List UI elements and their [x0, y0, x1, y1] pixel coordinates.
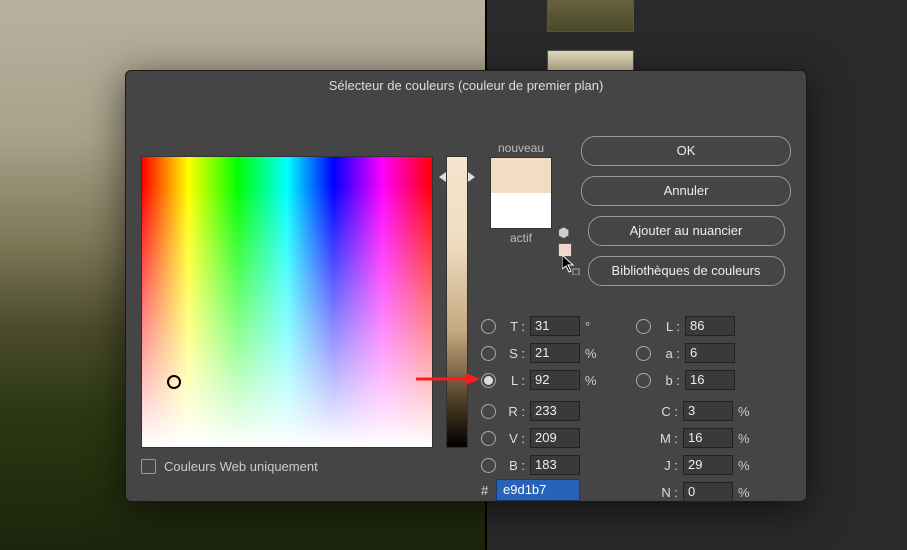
hue-unit: ° [585, 319, 597, 334]
b-label: B : [501, 458, 525, 473]
slider-handle-left-icon[interactable] [439, 172, 446, 182]
j-label: J : [654, 458, 678, 473]
lab-b-radio[interactable] [636, 373, 651, 388]
saturation-label: S : [501, 346, 525, 361]
cancel-button[interactable]: Annuler [581, 176, 791, 206]
saturation-input[interactable]: 21 [530, 343, 580, 363]
hex-input[interactable]: e9d1b7 [496, 479, 580, 501]
m-label: M : [654, 431, 678, 446]
lab-a-label: a : [656, 346, 680, 361]
c-input[interactable]: 3 [683, 401, 733, 421]
hex-prefix: # [481, 483, 488, 498]
lightness-input[interactable]: 92 [530, 370, 580, 390]
gamut-warning-icon[interactable]: ⬢ [558, 225, 569, 241]
v-label: V : [501, 431, 525, 446]
hue-row: T : 31 ° [481, 316, 597, 336]
color-libraries-button[interactable]: Bibliothèques de couleurs [588, 256, 785, 286]
color-field-marker[interactable] [167, 375, 181, 389]
c-row: C : 3 % [654, 401, 750, 421]
j-input[interactable]: 29 [683, 455, 733, 475]
m-unit: % [738, 431, 750, 446]
hue-label: T : [501, 319, 525, 334]
hue-radio[interactable] [481, 319, 496, 334]
m-input[interactable]: 16 [683, 428, 733, 448]
slider-handle-right-icon[interactable] [468, 172, 475, 182]
active-color-label: actif [481, 231, 561, 245]
swatch-box [490, 157, 552, 229]
web-only-label: Couleurs Web uniquement [164, 459, 318, 474]
lab-a-radio[interactable] [636, 346, 651, 361]
c-unit: % [738, 404, 750, 419]
j-unit: % [738, 458, 750, 473]
lab-a-input[interactable]: 6 [685, 343, 735, 363]
b-input[interactable]: 183 [530, 455, 580, 475]
lab-l-input[interactable]: 86 [685, 316, 735, 336]
lab-l-label: L : [656, 319, 680, 334]
web-only-row: Couleurs Web uniquement [141, 459, 318, 474]
j-row: J : 29 % [654, 455, 750, 475]
new-color-label: nouveau [481, 141, 561, 155]
r-label: R : [501, 404, 525, 419]
swatch-group: nouveau actif [481, 141, 561, 245]
lightness-unit: % [585, 373, 597, 388]
lab-b-row: b : 16 [636, 370, 735, 390]
lightness-label: L : [501, 373, 525, 388]
r-radio[interactable] [481, 404, 496, 419]
cursor-icon [562, 255, 580, 275]
saturation-radio[interactable] [481, 346, 496, 361]
v-input[interactable]: 209 [530, 428, 580, 448]
color-field[interactable] [141, 156, 433, 448]
n-unit: % [738, 485, 750, 500]
c-label: C : [654, 404, 678, 419]
n-row: N : 0 % [654, 482, 750, 502]
r-input[interactable]: 233 [530, 401, 580, 421]
new-color-swatch[interactable] [491, 158, 551, 193]
lab-l-row: L : 86 [636, 316, 735, 336]
current-color-swatch[interactable] [491, 193, 551, 228]
gamut-swatch[interactable] [558, 243, 572, 257]
lab-a-row: a : 6 [636, 343, 735, 363]
n-input[interactable]: 0 [683, 482, 733, 502]
ok-button[interactable]: OK [581, 136, 791, 166]
color-picker-dialog: Sélecteur de couleurs (couleur de premie… [125, 70, 807, 502]
layer-thumbnail[interactable] [547, 0, 634, 32]
m-row: M : 16 % [654, 428, 750, 448]
dialog-title: Sélecteur de couleurs (couleur de premie… [126, 71, 806, 101]
saturation-row: S : 21 % [481, 343, 597, 363]
lightness-slider[interactable] [446, 156, 468, 448]
n-label: N : [654, 485, 678, 500]
lab-l-radio[interactable] [636, 319, 651, 334]
v-radio[interactable] [481, 431, 496, 446]
r-row: R : 233 [481, 401, 580, 421]
saturation-unit: % [585, 346, 597, 361]
lab-b-label: b : [656, 373, 680, 388]
web-only-checkbox[interactable] [141, 459, 156, 474]
add-swatch-button[interactable]: Ajouter au nuancier [588, 216, 785, 246]
lab-b-input[interactable]: 16 [685, 370, 735, 390]
lightness-row: L : 92 % [481, 370, 597, 390]
b-row: B : 183 [481, 455, 580, 475]
v-row: V : 209 [481, 428, 580, 448]
b-radio[interactable] [481, 458, 496, 473]
hue-input[interactable]: 31 [530, 316, 580, 336]
lightness-radio[interactable] [481, 373, 496, 388]
